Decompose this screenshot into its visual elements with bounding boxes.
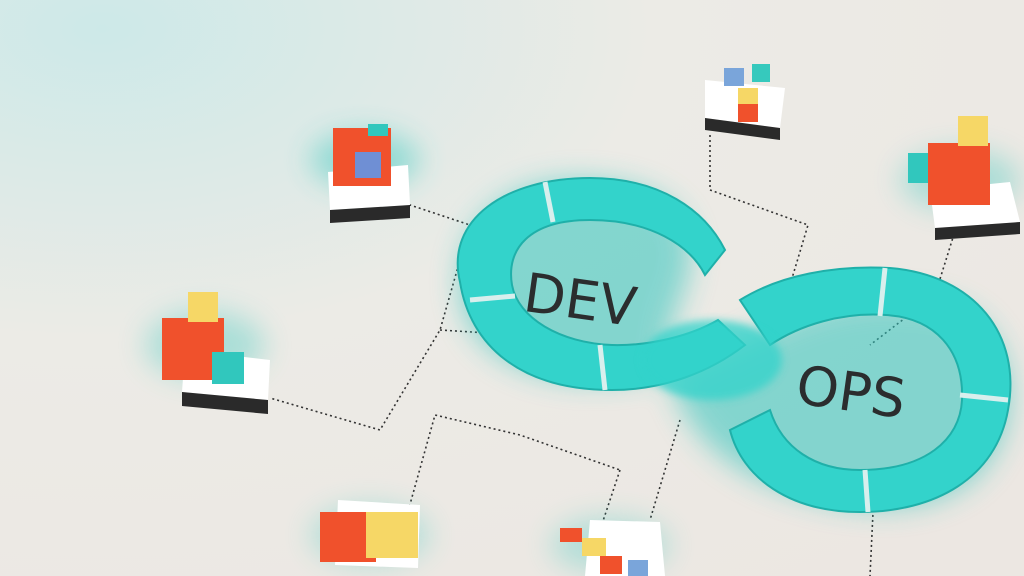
devops-illustration: DEV OPS xyxy=(0,0,1024,576)
